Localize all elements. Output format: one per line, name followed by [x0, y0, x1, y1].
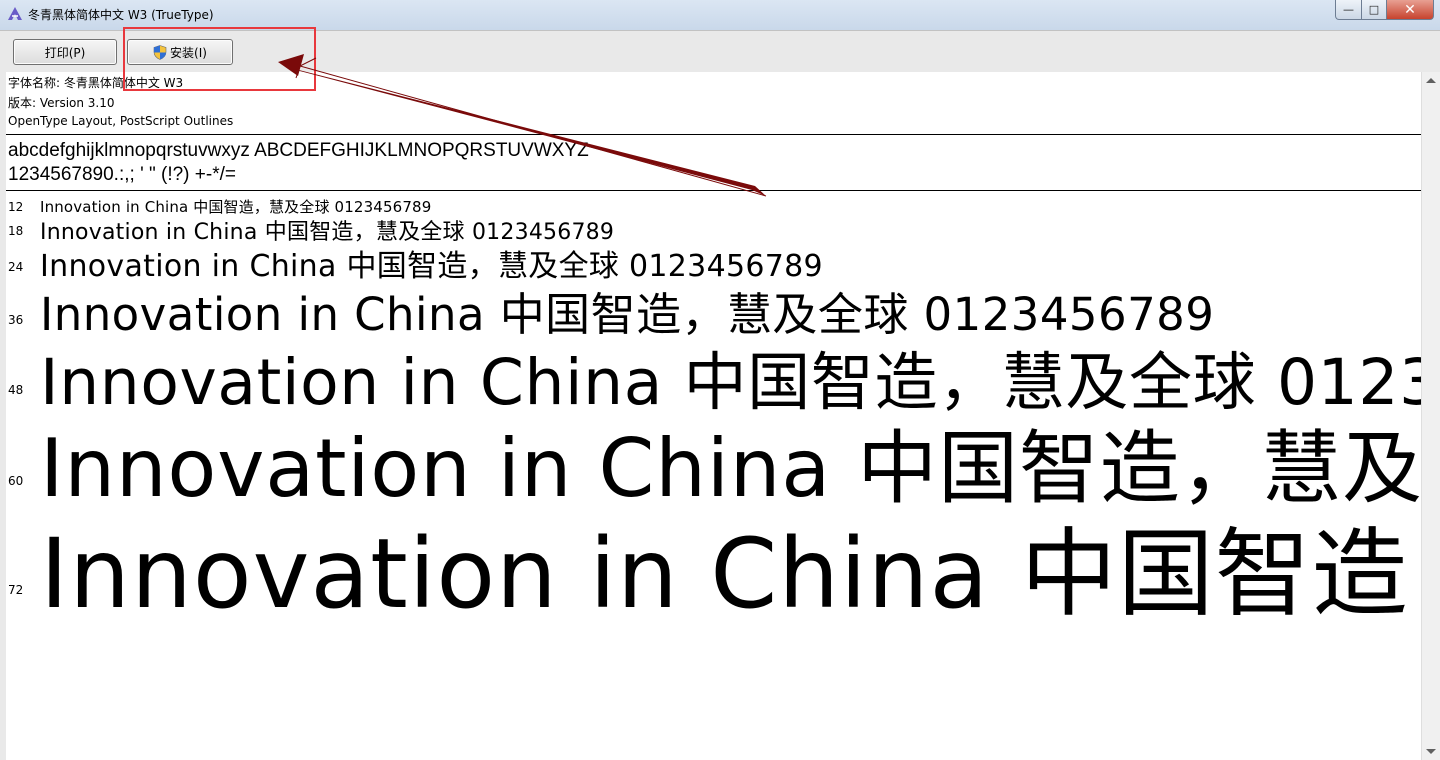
- font-preview-pane: 字体名称: 冬青黑体简体中文 W3 版本: Version 3.10 OpenT…: [0, 72, 1422, 760]
- minimize-icon: —: [1343, 3, 1354, 16]
- divider: [6, 190, 1422, 191]
- sample-size-label: 72: [8, 583, 24, 597]
- divider: [6, 134, 1422, 135]
- scroll-up-arrow-icon[interactable]: [1426, 78, 1436, 83]
- sample-size-label: 18: [8, 224, 24, 238]
- close-button[interactable]: ✕: [1387, 0, 1434, 20]
- minimize-button[interactable]: —: [1335, 0, 1362, 20]
- print-button[interactable]: 打印(P): [13, 39, 117, 65]
- window-controls: — □ ✕: [1335, 0, 1434, 20]
- window-title: 冬青黑体简体中文 W3 (TrueType): [28, 8, 214, 22]
- maximize-button[interactable]: □: [1362, 0, 1387, 20]
- vertical-scrollbar[interactable]: [1421, 72, 1440, 760]
- annotation-highlight-box: [123, 27, 316, 91]
- title-bar: 冬青黑体简体中文 W3 (TrueType) — □ ✕: [0, 0, 1440, 30]
- font-viewer-app-icon: [7, 6, 23, 22]
- print-button-label: 打印(P): [44, 45, 86, 60]
- sample-size-label: 24: [8, 260, 24, 274]
- font-type-line: OpenType Layout, PostScript Outlines: [8, 114, 234, 128]
- charset-digits-symbols: 1234567890.:,; ' " (!?) +-*/=: [8, 164, 236, 185]
- close-icon: ✕: [1404, 1, 1416, 18]
- font-version-line: 版本: Version 3.10: [8, 96, 115, 110]
- sample-size-label: 60: [8, 474, 24, 488]
- sample-text: Innovation in China 中国智造，慧及全球 0123456789: [40, 518, 1422, 630]
- sample-size-label: 48: [8, 383, 24, 397]
- sample-size-label: 12: [8, 200, 24, 214]
- charset-letters: abcdefghijklmnopqrstuvwxyz ABCDEFGHIJKLM…: [8, 140, 589, 161]
- scroll-down-arrow-icon[interactable]: [1426, 749, 1436, 754]
- sample-size-label: 36: [8, 313, 24, 327]
- maximize-icon: □: [1368, 3, 1380, 16]
